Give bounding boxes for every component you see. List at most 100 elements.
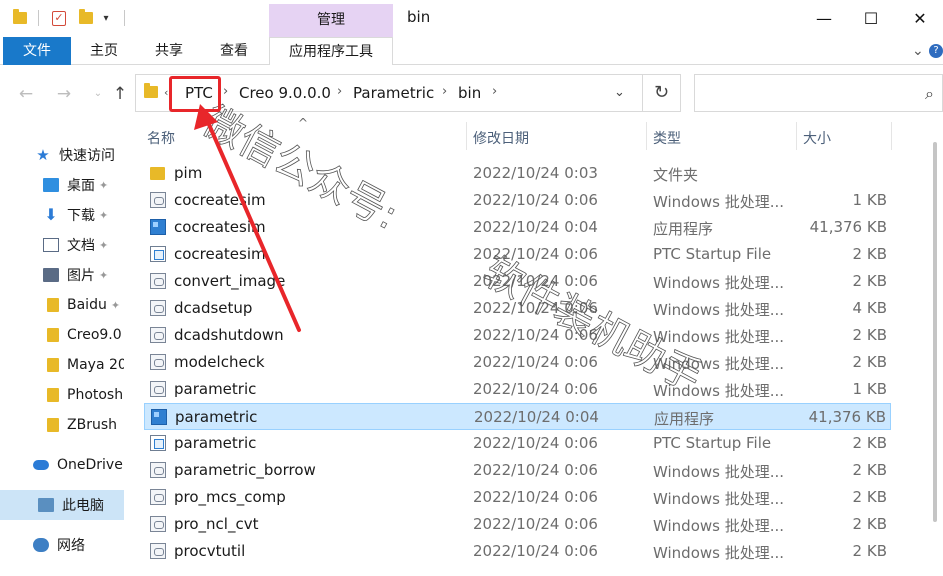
file-row[interactable]: parametric 2022/10/24 0:06 Windows 批处理... 1… [144, 376, 891, 403]
pin-icon: ✦ [99, 178, 109, 192]
file-row[interactable]: pro_mcs_comp 2022/10/24 0:06 Windows 批处理..… [144, 484, 891, 511]
sidebar-item-network[interactable]: 网络 [0, 530, 124, 560]
tab-file[interactable]: 文件 [3, 37, 71, 65]
sidebar-item-label: Creo9.0 [67, 327, 122, 343]
file-type: 文件夹 [653, 166, 699, 184]
minimize-button[interactable]: — [801, 0, 847, 36]
column-divider[interactable] [466, 122, 467, 150]
column-divider[interactable] [796, 122, 797, 150]
crumb-separator-icon[interactable]: › [337, 84, 342, 99]
column-header-name[interactable]: 名称 [147, 128, 175, 148]
breadcrumb-parametric[interactable]: Parametric [353, 84, 434, 102]
file-type: Windows 批处理... [653, 544, 785, 562]
forward-button[interactable]: → [54, 84, 74, 104]
pin-icon: ✦ [99, 268, 109, 282]
sidebar-item-label: Baidu [67, 297, 107, 313]
column-header-row: ^ 名称 修改日期 类型 大小 [124, 116, 943, 150]
file-row[interactable]: dcadshutdown 2022/10/24 0:06 Windows 批处理..… [144, 322, 891, 349]
crumb-separator-icon[interactable]: › [442, 84, 447, 99]
ptc-startup-file-icon [150, 246, 166, 262]
file-row[interactable]: cocreatesim 2022/10/24 0:06 Windows 批处理...… [144, 187, 891, 214]
file-row[interactable]: parametric 2022/10/24 0:06 PTC Startup Fil… [144, 430, 891, 457]
file-row[interactable]: dcadsetup 2022/10/24 0:06 Windows 批处理... 4 … [144, 295, 891, 322]
file-size: 41,376 KB [809, 218, 887, 236]
crumb-separator-icon[interactable]: › [223, 84, 228, 99]
customize-toolbar-button[interactable]: ▾ [100, 9, 112, 27]
help-icon[interactable]: ? [929, 44, 943, 58]
search-input[interactable]: ⌕ [694, 74, 943, 112]
file-size: 2 KB [852, 542, 887, 560]
file-type: Windows 批处理... [653, 382, 785, 400]
tab-view[interactable]: 查看 [208, 37, 260, 65]
file-name: parametric_borrow [174, 461, 316, 479]
column-header-date[interactable]: 修改日期 [473, 128, 529, 148]
ptc-startup-file-icon [150, 435, 166, 451]
chevron-down-icon[interactable]: ⌄ [912, 43, 924, 59]
maximize-button[interactable]: ☐ [848, 0, 894, 36]
address-dropdown-icon[interactable]: ⌄ [614, 85, 625, 100]
pin-icon: ✦ [99, 208, 109, 222]
management-tab[interactable]: 管理 [269, 4, 393, 37]
batch-file-icon [150, 489, 166, 505]
properties-button[interactable]: ✓ [50, 9, 68, 27]
folder-icon [47, 328, 59, 342]
sidebar-item-maya[interactable]: Maya 20 [0, 350, 124, 380]
sidebar-item-onedrive[interactable]: OneDrive [0, 450, 124, 480]
breadcrumb-creo[interactable]: Creo 9.0.0.0 [239, 84, 331, 102]
sidebar-item-downloads[interactable]: ⬇ 下载 ✦ [0, 200, 124, 230]
file-row[interactable]: procvtutil 2022/10/24 0:06 Windows 批处理... 2… [144, 538, 891, 565]
refresh-button[interactable]: ↻ [643, 74, 681, 112]
file-row[interactable]: pro_ncl_cvt 2022/10/24 0:06 Windows 批处理...… [144, 511, 891, 538]
back-button[interactable]: ← [16, 84, 36, 104]
file-row[interactable]: parametric_borrow 2022/10/24 0:06 Windows … [144, 457, 891, 484]
tab-home[interactable]: 主页 [78, 37, 130, 65]
crumb-overflow-icon[interactable]: ‹ [164, 86, 168, 99]
new-folder-button[interactable] [78, 9, 94, 27]
sidebar-item-zbrush[interactable]: ZBrush [0, 410, 124, 440]
properties-icon: ✓ [52, 10, 66, 26]
close-button[interactable]: ✕ [897, 0, 943, 36]
column-header-type[interactable]: 类型 [653, 128, 681, 148]
folder-icon [47, 388, 59, 402]
star-icon: ★ [36, 146, 50, 164]
sidebar-item-baidu[interactable]: Baidu ✦ [0, 290, 124, 320]
file-name: cocreatesim [174, 191, 266, 209]
tab-share[interactable]: 共享 [143, 37, 195, 65]
recent-locations-button[interactable]: ⌄ [88, 84, 108, 104]
column-header-size[interactable]: 大小 [803, 128, 831, 148]
file-date: 2022/10/24 0:04 [474, 408, 599, 426]
column-divider[interactable] [891, 122, 892, 150]
scrollbar-thumb[interactable] [933, 142, 937, 522]
file-row[interactable]: pim 2022/10/24 0:03 文件夹 [144, 160, 891, 187]
breadcrumb-bin[interactable]: bin [458, 84, 481, 102]
sidebar-item-creo9[interactable]: Creo9.0 [0, 320, 124, 350]
file-type: PTC Startup File [653, 245, 772, 263]
file-size: 2 KB [852, 245, 887, 263]
vertical-scrollbar[interactable] [928, 122, 943, 576]
sidebar-item-quick-access[interactable]: ★ 快速访问 [0, 140, 124, 170]
file-date: 2022/10/24 0:06 [473, 272, 598, 290]
onedrive-icon [33, 460, 49, 470]
sidebar-item-documents[interactable]: 文档 ✦ [0, 230, 124, 260]
sidebar-item-this-pc[interactable]: 此电脑 [0, 490, 124, 520]
file-row[interactable]: cocreatesim 2022/10/24 0:04 应用程序 41,376 KB [144, 214, 891, 241]
tab-application-tools[interactable]: 应用程序工具 [269, 37, 393, 65]
file-date: 2022/10/24 0:06 [473, 380, 598, 398]
crumb-separator-icon[interactable]: › [492, 84, 497, 99]
file-type: Windows 批处理... [653, 517, 785, 535]
file-date: 2022/10/24 0:06 [473, 326, 598, 344]
folder-icon [47, 358, 59, 372]
file-row[interactable]: modelcheck 2022/10/24 0:06 Windows 批处理... 2… [144, 349, 891, 376]
column-divider[interactable] [646, 122, 647, 150]
sidebar-item-photoshop[interactable]: Photosh [0, 380, 124, 410]
file-row[interactable]: cocreatesim 2022/10/24 0:06 PTC Startup Fi… [144, 241, 891, 268]
file-row[interactable]: parametric 2022/10/24 0:04 应用程序 41,376 KB [144, 403, 891, 430]
file-row[interactable]: convert_image 2022/10/24 0:06 Windows 批处理.… [144, 268, 891, 295]
sidebar-item-desktop[interactable]: 桌面 ✦ [0, 170, 124, 200]
up-button[interactable]: ↑ [110, 84, 130, 104]
folder-icon [12, 9, 28, 27]
sidebar-item-pictures[interactable]: 图片 ✦ [0, 260, 124, 290]
toolbar-divider [38, 10, 39, 26]
file-name: pro_mcs_comp [174, 488, 286, 506]
search-icon: ⌕ [925, 84, 934, 103]
